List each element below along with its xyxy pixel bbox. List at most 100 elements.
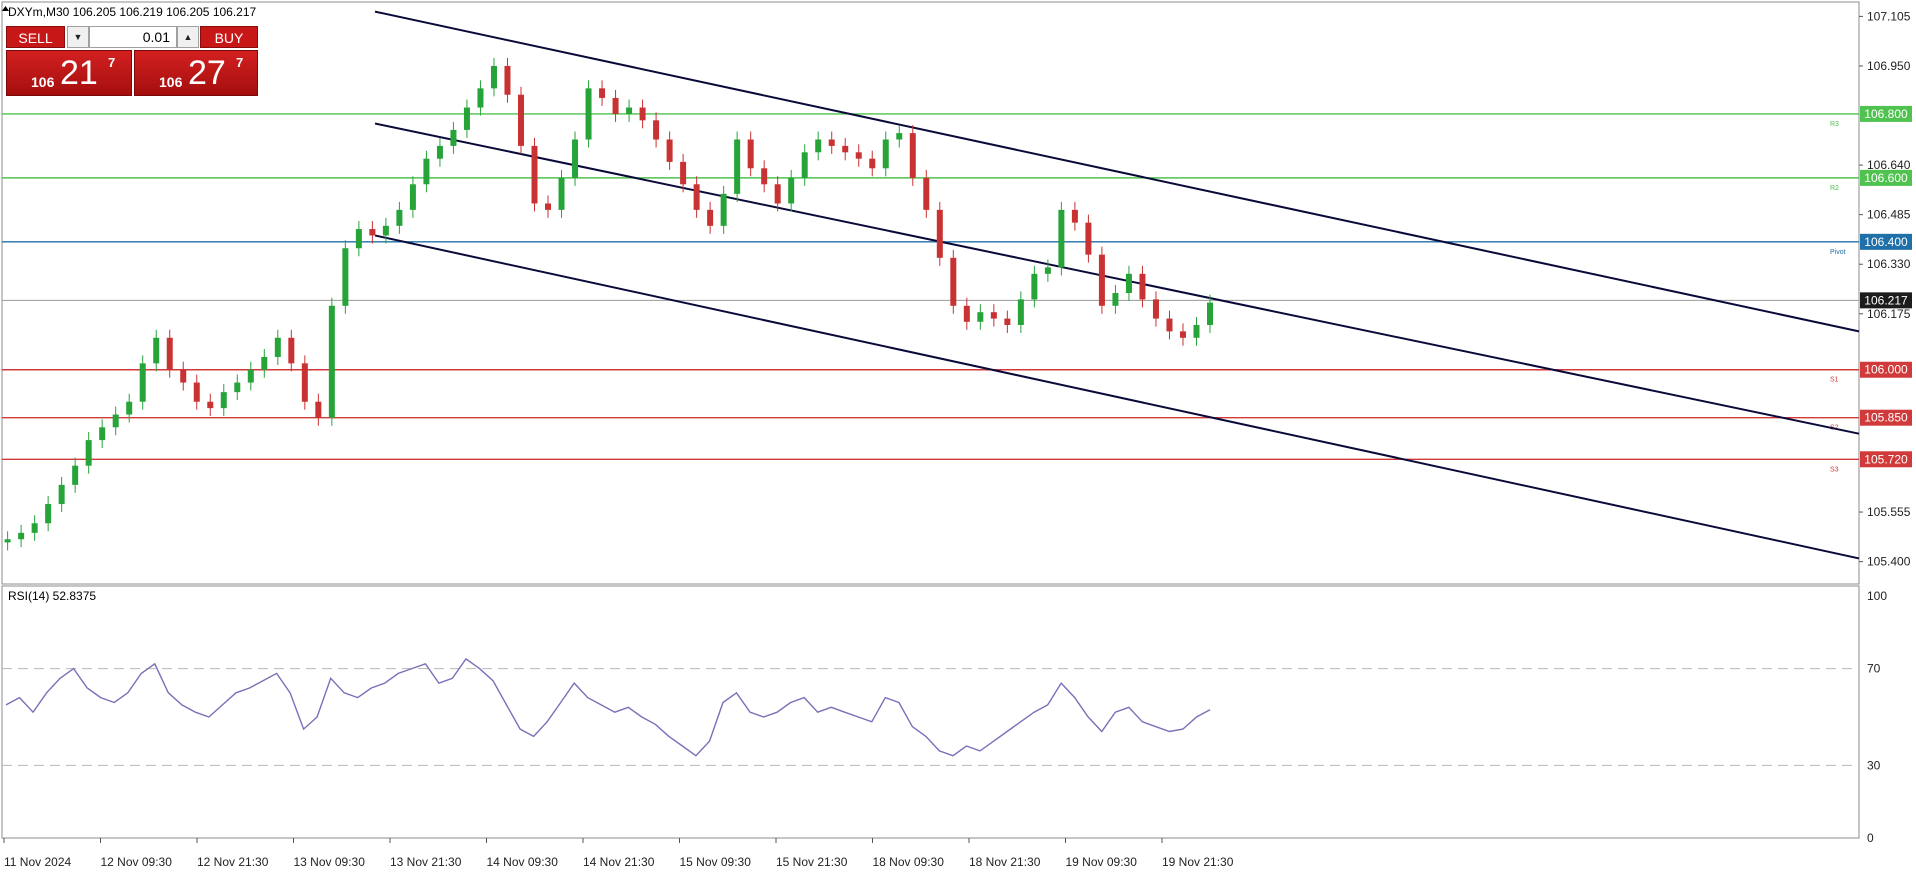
level-tag-s1: S1	[1830, 377, 1839, 384]
candle-body	[193, 382, 200, 402]
level-price-label: 105.720	[1864, 452, 1908, 466]
candle-body	[1017, 299, 1024, 325]
candle-body	[531, 145, 538, 204]
price-tick-label: 105.400	[1867, 555, 1911, 569]
time-tick-label: 18 Nov 09:30	[873, 855, 945, 869]
buy-price-prefix: 106	[159, 74, 183, 90]
candle-body	[1071, 209, 1078, 223]
candle-body	[301, 363, 308, 402]
buy-button[interactable]: BUY	[200, 26, 258, 48]
candle-body	[707, 209, 714, 226]
candle-body	[382, 225, 389, 236]
candle-body	[977, 312, 984, 322]
candle-body	[234, 382, 241, 393]
candle-body	[855, 152, 862, 159]
candle-body	[882, 139, 889, 169]
candle-body	[139, 363, 146, 402]
candle-body	[869, 158, 876, 169]
candle-body	[639, 107, 646, 121]
sell-price-button[interactable]: 106 21 7	[6, 50, 132, 96]
price-tick-label: 106.175	[1867, 307, 1911, 321]
lot-decrease-arrow-icon[interactable]: ▼	[67, 26, 89, 48]
candle-body	[1207, 302, 1213, 325]
candle-body	[274, 337, 281, 357]
time-tick-label: 15 Nov 21:30	[776, 855, 848, 869]
candle-body	[1125, 273, 1132, 293]
candle-body	[1031, 273, 1038, 300]
candle-body	[747, 139, 754, 169]
price-axis: 107.105 106.950 106.640 106.485 106.330 106.1…	[1859, 9, 1911, 569]
candle-body	[504, 65, 511, 95]
candle-body	[207, 401, 214, 409]
lot-increase-arrow-icon[interactable]: ▲	[177, 26, 199, 48]
rsi-panel-frame	[1, 585, 1860, 839]
candle-body	[788, 177, 795, 204]
candle-body	[585, 88, 592, 140]
candle-body	[31, 523, 38, 533]
candle-body	[261, 356, 268, 370]
buy-price-button[interactable]: 106 27 7	[134, 50, 258, 96]
candle-body	[828, 139, 835, 146]
candle-body	[369, 229, 376, 236]
candle-body	[288, 337, 295, 364]
rsi-tick-label: 30	[1867, 758, 1881, 772]
rsi-tick-label: 0	[1867, 831, 1874, 845]
time-tick-label: 14 Nov 21:30	[583, 855, 655, 869]
candle-body	[153, 337, 160, 364]
lot-size-input[interactable]	[89, 26, 177, 48]
candle-body	[328, 305, 335, 418]
price-panel-frame	[1, 1, 1860, 585]
candle-body	[342, 248, 349, 306]
candle-body	[1112, 293, 1119, 306]
candle-body	[517, 94, 524, 146]
candle-body	[653, 120, 660, 140]
price-chart[interactable]: R3 106.800 R2 106.600 Pivot 106.400 S1 106.000 S…	[0, 0, 1916, 874]
candle-body	[1098, 254, 1105, 306]
rsi-tick-label: 70	[1867, 662, 1881, 676]
time-tick-label: 13 Nov 21:30	[390, 855, 462, 869]
sell-price-prefix: 106	[31, 74, 55, 90]
candle-body	[1166, 318, 1173, 332]
price-tick-label: 106.640	[1867, 158, 1911, 172]
level-tag-pivot: Pivot	[1830, 249, 1846, 256]
candle-body	[626, 107, 633, 114]
buy-price-big: 27	[188, 54, 226, 92]
candle-body	[247, 369, 254, 383]
candle-body	[166, 337, 173, 370]
candle-body	[815, 139, 822, 153]
candle-body	[1193, 324, 1200, 338]
candle-body	[45, 504, 52, 524]
candle-body	[315, 401, 322, 418]
candle-body	[801, 152, 808, 178]
candle-body	[558, 177, 565, 210]
time-tick-label: 15 Nov 09:30	[680, 855, 752, 869]
candle-body	[1179, 331, 1186, 338]
candle-body	[396, 209, 403, 226]
candle-body	[72, 465, 79, 485]
candle-body	[180, 369, 187, 383]
candle-body	[436, 145, 443, 159]
current-price-label: 106.217	[1864, 293, 1908, 307]
candle-body	[990, 312, 997, 319]
price-tick-label: 106.330	[1867, 257, 1911, 271]
buy-price-sup: 7	[236, 55, 244, 70]
sell-price-sup: 7	[108, 55, 116, 70]
candle-body	[612, 97, 619, 114]
sell-button[interactable]: SELL	[6, 26, 65, 48]
candle-body	[450, 129, 457, 146]
time-axis: 11 Nov 2024 12 Nov 09:30 12 Nov 21:30 13 No…	[3, 838, 1234, 869]
level-tag-r2: R2	[1830, 185, 1839, 192]
price-tick-label: 107.105	[1867, 9, 1911, 23]
rsi-title: RSI(14) 52.8375	[8, 589, 96, 603]
time-tick-label: 11 Nov 2024	[4, 855, 71, 869]
candle-body	[545, 203, 552, 210]
price-tick-label: 106.950	[1867, 59, 1911, 73]
candle-body	[909, 133, 916, 178]
level-price-label: 106.600	[1864, 171, 1908, 185]
candle-body	[18, 532, 25, 540]
candle-body	[409, 184, 416, 210]
candle-body	[950, 257, 957, 306]
level-price-label: 106.000	[1864, 363, 1908, 377]
candle-body	[774, 184, 781, 204]
time-tick-label: 18 Nov 21:30	[969, 855, 1041, 869]
